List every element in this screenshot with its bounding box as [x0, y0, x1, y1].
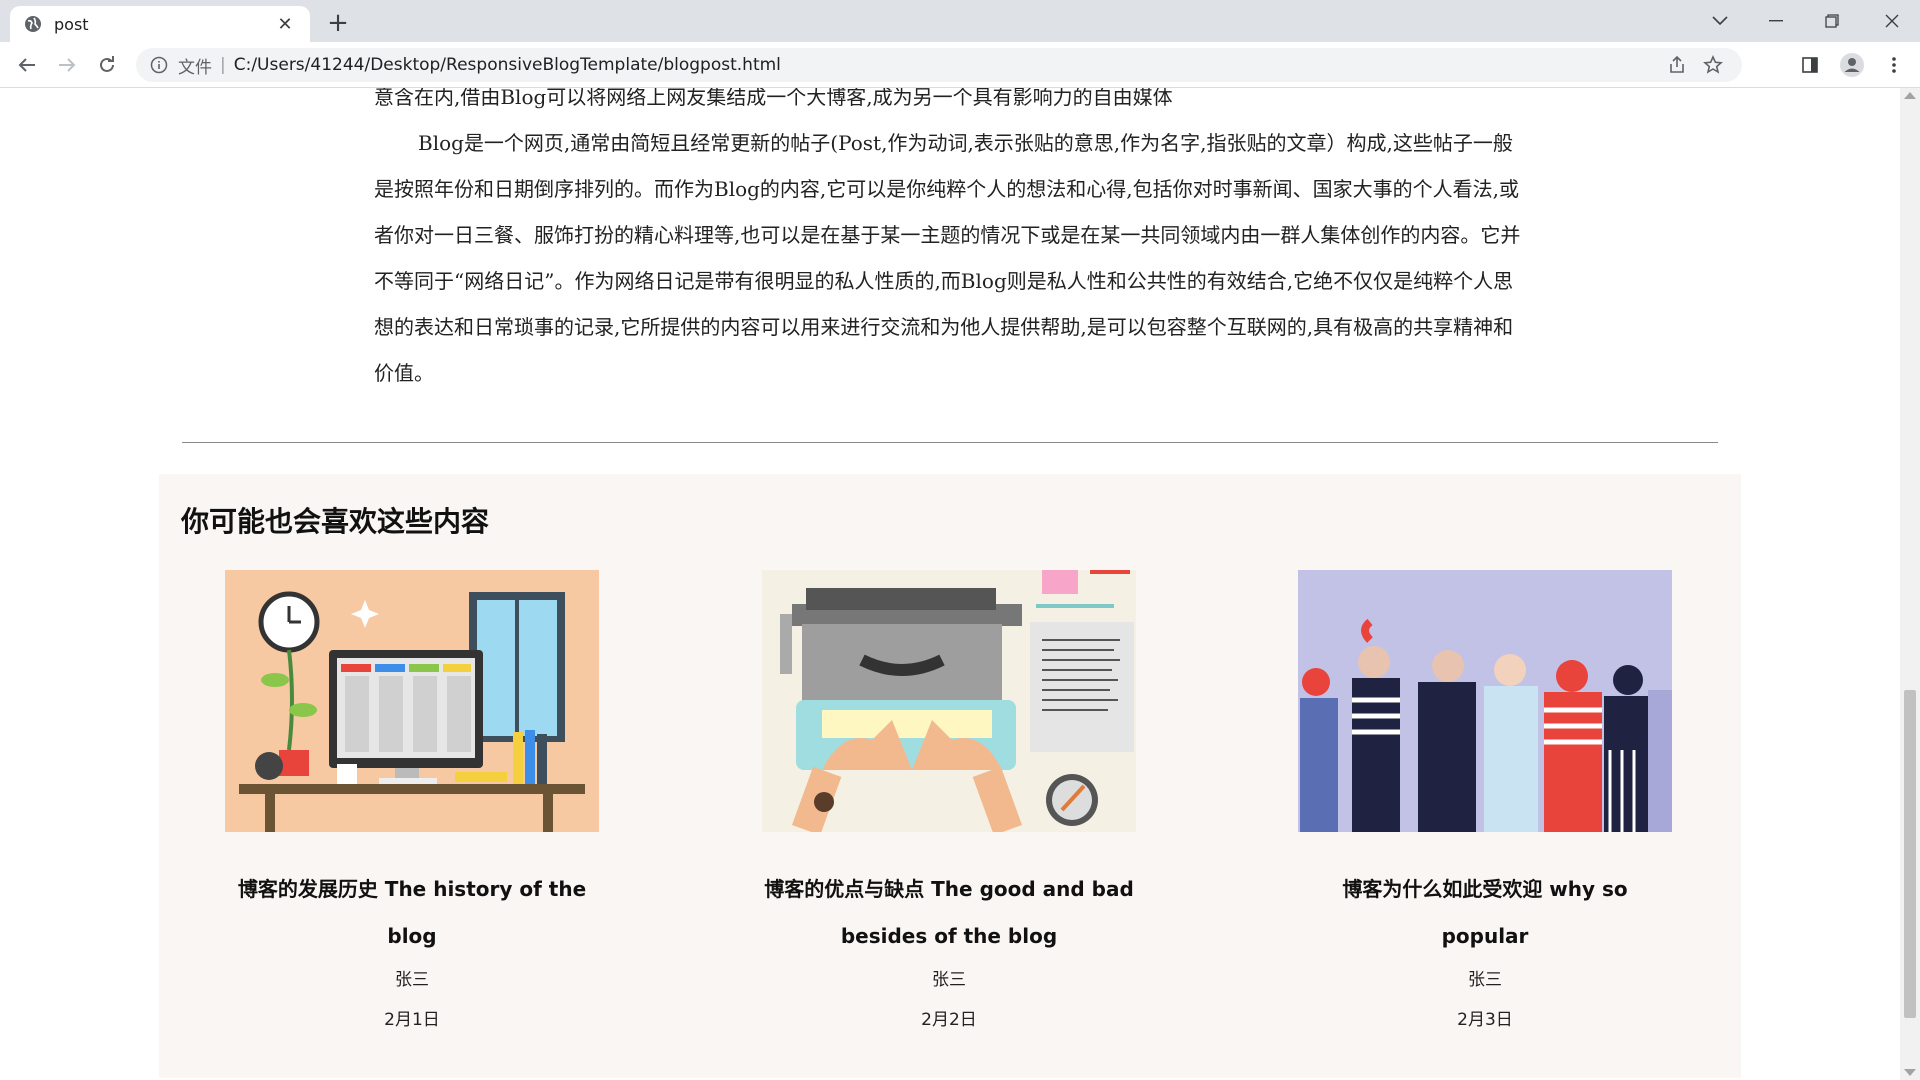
minimize-icon[interactable]: [1748, 0, 1804, 42]
article-text-line: 意含在内,借由Blog可以将网络上网友集结成一个大博客,成为另一个具有影响力的自…: [374, 88, 1173, 109]
card-title[interactable]: 博客的优点与缺点 The good and bad besides of the…: [762, 866, 1136, 960]
card-date: 2月2日: [921, 1010, 977, 1030]
info-icon[interactable]: [150, 56, 168, 74]
card-author: 张三: [1468, 970, 1502, 990]
related-card[interactable]: 博客的优点与缺点 The good and bad besides of the…: [762, 570, 1136, 1042]
back-icon[interactable]: [11, 49, 43, 81]
desk-workspace-illustration[interactable]: [225, 570, 599, 832]
globe-icon: [25, 16, 41, 32]
tab-strip: post ✕ +: [0, 0, 1920, 42]
related-heading: 你可能也会喜欢这些内容: [181, 505, 490, 538]
card-date: 2月1日: [384, 1010, 440, 1030]
menu-kebab-icon[interactable]: [1878, 49, 1910, 81]
article-paragraph: Blog是一个网页,通常由简短且经常更新的帖子(Post,作为动词,表示张贴的意…: [374, 131, 1521, 385]
share-icon[interactable]: [1662, 50, 1692, 80]
close-icon[interactable]: ✕: [274, 14, 296, 35]
typewriter-illustration[interactable]: [762, 570, 1136, 832]
side-panel-icon[interactable]: [1794, 49, 1826, 81]
crowd-illustration[interactable]: [1298, 570, 1672, 832]
close-window-icon[interactable]: [1864, 0, 1920, 42]
tab-search-chevron-icon[interactable]: [1692, 0, 1748, 42]
article-body: 意含在内,借由Blog可以将网络上网友集结成一个大博客,成为另一个具有影响力的自…: [374, 88, 1522, 396]
related-card[interactable]: 博客的发展历史 The history of the blog 张三 2月1日: [225, 570, 599, 1042]
card-author: 张三: [395, 970, 429, 990]
url-text[interactable]: C:/Users/41244/Desktop/ResponsiveBlogTem…: [234, 55, 1656, 75]
scroll-up-arrow-icon[interactable]: [1904, 92, 1916, 99]
bookmark-star-icon[interactable]: [1698, 50, 1728, 80]
forward-icon[interactable]: [51, 49, 83, 81]
vertical-scrollbar[interactable]: [1900, 88, 1920, 1080]
card-title[interactable]: 博客为什么如此受欢迎 why so popular: [1298, 866, 1672, 960]
section-divider: [182, 442, 1718, 443]
tab-post[interactable]: post ✕: [10, 6, 310, 42]
browser-toolbar: 文件 | C:/Users/41244/Desktop/ResponsiveBl…: [0, 42, 1920, 88]
related-card[interactable]: 博客为什么如此受欢迎 why so popular 张三 2月3日: [1298, 570, 1672, 1042]
scheme-label: 文件: [178, 57, 212, 78]
card-date: 2月3日: [1457, 1010, 1513, 1030]
reload-icon[interactable]: [91, 49, 123, 81]
profile-avatar-icon[interactable]: [1836, 49, 1868, 81]
related-posts-section: 你可能也会喜欢这些内容 博客的发展历史 The history of the b…: [159, 474, 1741, 1078]
restore-icon[interactable]: [1804, 0, 1860, 42]
scrollbar-thumb[interactable]: [1904, 690, 1916, 1018]
scroll-down-arrow-icon[interactable]: [1904, 1069, 1916, 1076]
card-author: 张三: [932, 970, 966, 990]
card-title[interactable]: 博客的发展历史 The history of the blog: [225, 866, 599, 960]
scheme-separator: |: [220, 55, 226, 75]
page-viewport: 意含在内,借由Blog可以将网络上网友集结成一个大博客,成为另一个具有影响力的自…: [0, 88, 1900, 1078]
new-tab-button[interactable]: +: [322, 8, 354, 40]
tab-title: post: [54, 14, 89, 34]
address-bar[interactable]: 文件 | C:/Users/41244/Desktop/ResponsiveBl…: [136, 48, 1742, 82]
